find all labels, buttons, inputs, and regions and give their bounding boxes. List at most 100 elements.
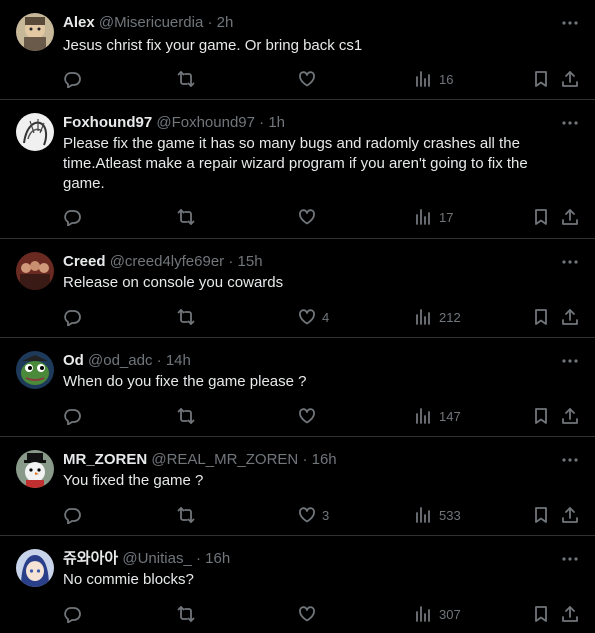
- repost-button[interactable]: [177, 406, 195, 426]
- timestamp[interactable]: 2h: [217, 14, 234, 31]
- share-icon: [562, 71, 578, 87]
- views-button[interactable]: 16: [415, 69, 453, 89]
- timestamp[interactable]: 16h: [312, 451, 337, 468]
- reply-icon: [64, 310, 81, 326]
- tweet[interactable]: Creed @creed4lyfe69er · 15h Release on c…: [0, 239, 595, 338]
- reply-button[interactable]: [63, 406, 81, 426]
- user-handle[interactable]: @REAL_MR_ZOREN: [151, 451, 298, 468]
- like-count: 4: [322, 309, 330, 325]
- user-handle[interactable]: @Unitias_: [122, 550, 191, 567]
- views-icon: [416, 309, 430, 325]
- repost-icon: [177, 209, 195, 225]
- bookmark-icon: [535, 209, 547, 225]
- bookmark-button[interactable]: [532, 604, 550, 624]
- share-button[interactable]: [561, 207, 579, 227]
- tweet-text: No commie blocks?: [63, 571, 194, 588]
- avatar[interactable]: [16, 450, 54, 488]
- repost-button[interactable]: [177, 207, 195, 227]
- share-button[interactable]: [561, 505, 579, 525]
- display-name[interactable]: MR_ZOREN: [63, 451, 147, 468]
- tweet[interactable]: MR_ZOREN @REAL_MR_ZOREN · 16h You fixed …: [0, 437, 595, 536]
- more-icon[interactable]: [561, 114, 579, 132]
- reply-button[interactable]: [63, 604, 81, 624]
- like-button[interactable]: 3: [298, 505, 329, 525]
- share-button[interactable]: [561, 69, 579, 89]
- tweet-header: Alex @Misericuerdia · 2h: [63, 14, 233, 32]
- like-button[interactable]: [298, 406, 322, 426]
- tweet[interactable]: Od @od_adc · 14h When do you fixe the ga…: [0, 338, 595, 437]
- reply-button[interactable]: [63, 69, 81, 89]
- avatar[interactable]: [16, 252, 54, 290]
- display-name[interactable]: Creed: [63, 253, 106, 270]
- user-handle[interactable]: @Foxhound97: [156, 114, 255, 131]
- avatar[interactable]: [16, 13, 54, 51]
- views-button[interactable]: 307: [415, 604, 461, 624]
- display-name[interactable]: Od: [63, 352, 84, 369]
- reply-button[interactable]: [63, 207, 81, 227]
- tweet-actions: 307: [63, 604, 583, 624]
- tweet-actions: 16: [63, 69, 583, 89]
- share-icon: [562, 309, 578, 325]
- more-icon[interactable]: [561, 451, 579, 469]
- avatar[interactable]: [16, 113, 54, 151]
- avatar[interactable]: [16, 549, 54, 587]
- share-icon: [562, 507, 578, 523]
- display-name[interactable]: Alex: [63, 14, 95, 31]
- more-icon[interactable]: [561, 253, 579, 271]
- timestamp[interactable]: 16h: [205, 550, 230, 567]
- user-handle[interactable]: @od_adc: [88, 352, 152, 369]
- separator-dot: ·: [259, 114, 265, 131]
- separator-dot: ·: [195, 550, 201, 567]
- bookmark-button[interactable]: [532, 207, 550, 227]
- views-icon: [416, 606, 430, 622]
- tweet[interactable]: 쥬와아아 @Unitias_ · 16h No commie blocks? 3…: [0, 536, 595, 633]
- share-button[interactable]: [561, 406, 579, 426]
- tweet-actions: 147: [63, 406, 583, 426]
- like-button[interactable]: [298, 207, 322, 227]
- bookmark-button[interactable]: [532, 307, 550, 327]
- reply-button[interactable]: [63, 505, 81, 525]
- share-icon: [562, 408, 578, 424]
- repost-button[interactable]: [177, 505, 195, 525]
- repost-icon: [177, 606, 195, 622]
- views-button[interactable]: 147: [415, 406, 461, 426]
- views-button[interactable]: 533: [415, 505, 461, 525]
- tweet-actions: 17: [63, 207, 583, 227]
- display-name[interactable]: 쥬와아아: [63, 550, 118, 567]
- repost-button[interactable]: [177, 307, 195, 327]
- timestamp[interactable]: 1h: [268, 114, 285, 131]
- share-button[interactable]: [561, 604, 579, 624]
- avatar[interactable]: [16, 351, 54, 389]
- like-button[interactable]: [298, 69, 322, 89]
- user-handle[interactable]: @Misericuerdia: [99, 14, 203, 31]
- views-button[interactable]: 212: [415, 307, 461, 327]
- views-button[interactable]: 17: [415, 207, 453, 227]
- like-icon: [299, 606, 315, 622]
- reply-feed: Alex @Misericuerdia · 2h Jesus christ fi…: [0, 0, 595, 633]
- bookmark-button[interactable]: [532, 505, 550, 525]
- timestamp[interactable]: 14h: [166, 352, 191, 369]
- repost-icon: [177, 408, 195, 424]
- repost-button[interactable]: [177, 604, 195, 624]
- view-count: 17: [439, 209, 454, 225]
- reply-button[interactable]: [63, 307, 81, 327]
- tweet-header: Od @od_adc · 14h: [63, 352, 191, 370]
- views-icon: [416, 71, 430, 87]
- bookmark-button[interactable]: [532, 406, 550, 426]
- views-icon: [416, 209, 430, 225]
- like-button[interactable]: 4: [298, 307, 329, 327]
- share-button[interactable]: [561, 307, 579, 327]
- display-name[interactable]: Foxhound97: [63, 114, 152, 131]
- user-handle[interactable]: @creed4lyfe69er: [110, 253, 224, 270]
- bookmark-icon: [535, 606, 547, 622]
- bookmark-button[interactable]: [532, 69, 550, 89]
- tweet-actions: 3 533: [63, 505, 583, 525]
- repost-button[interactable]: [177, 69, 195, 89]
- tweet[interactable]: Alex @Misericuerdia · 2h Jesus christ fi…: [0, 0, 595, 100]
- more-icon[interactable]: [561, 14, 579, 32]
- tweet[interactable]: Foxhound97 @Foxhound97 · 1h Please fix t…: [0, 100, 595, 239]
- like-button[interactable]: [298, 604, 322, 624]
- more-icon[interactable]: [561, 352, 579, 370]
- timestamp[interactable]: 15h: [238, 253, 263, 270]
- more-icon[interactable]: [561, 550, 579, 568]
